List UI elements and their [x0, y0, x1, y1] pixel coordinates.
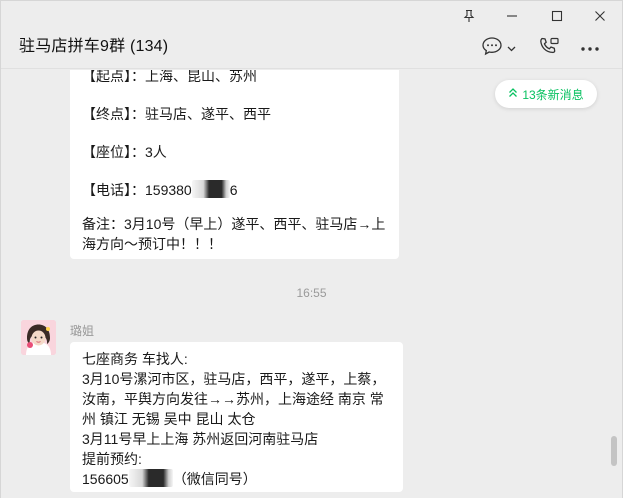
new-messages-button[interactable]: 13条新消息: [495, 80, 597, 108]
message-bubble[interactable]: 七座商务 车找人: 3月10号漯河市区，驻马店，西平，遂平，上蔡， 汝南，平舆方…: [70, 342, 403, 492]
redacted-block: [191, 180, 230, 198]
message-line: 【终点】：驻马店、遂平、西平: [82, 106, 271, 122]
message-line: 【座位】：3人: [82, 144, 167, 160]
close-icon[interactable]: [585, 5, 615, 27]
chat-bubble-icon: [481, 36, 503, 61]
chevron-down-icon: [507, 39, 516, 57]
timestamp: 16:55: [296, 286, 327, 300]
chat-title: 驻马店拼车9群 (134): [19, 38, 169, 55]
scrollbar-thumb[interactable]: [611, 436, 617, 466]
more-icon: [580, 39, 600, 57]
phone-number-suffix: 6: [229, 182, 238, 198]
sender-name: 璐姐: [70, 324, 95, 338]
message-line: 提前预约:: [82, 451, 142, 467]
message-line: 【电话】：159380 6: [82, 180, 238, 200]
call-button[interactable]: [536, 35, 562, 61]
minimize-icon[interactable]: [497, 5, 527, 27]
chat-window: 驻马店拼车9群 (134) 【起点】：上海、昆山、苏州 【终点】：驻马店、遂平、…: [0, 0, 623, 498]
more-button[interactable]: [577, 35, 603, 61]
phone-number-prefix: 156605: [82, 471, 129, 487]
message-line: 3月10号漯河市区，驻马店，西平，遂平，上蔡，: [82, 371, 386, 387]
phone-icon: [538, 36, 560, 61]
message-line: 3月11号早上上海 苏州返回河南驻马店: [82, 431, 319, 447]
message-line: 州 镇江 无锡 吴中 昆山 太仓: [82, 411, 256, 427]
maximize-icon[interactable]: [542, 5, 572, 27]
message-line: 156605 （微信同号）: [82, 469, 391, 489]
message-line: 汝南，平舆方向发往→→苏州，上海途经 南京 常: [82, 391, 384, 407]
title-bar: 驻马店拼车9群 (134): [1, 1, 622, 69]
avatar[interactable]: [21, 320, 56, 355]
message-list[interactable]: 【起点】：上海、昆山、苏州 【终点】：驻马店、遂平、西平 【座位】：3人 【电话…: [1, 70, 622, 498]
message-line: 【起点】：上海、昆山、苏州: [82, 70, 257, 84]
double-chevron-up-icon: [508, 87, 518, 101]
redacted-block: [128, 469, 173, 487]
phone-number-note: （微信同号）: [172, 471, 257, 487]
message-line: 海方向～预订中！！！: [82, 236, 222, 252]
message-bubble[interactable]: 【起点】：上海、昆山、苏州 【终点】：驻马店、遂平、西平 【座位】：3人 【电话…: [70, 70, 399, 259]
pin-icon[interactable]: [454, 5, 484, 27]
chat-options-button[interactable]: [479, 35, 517, 61]
message-line: 七座商务 车找人:: [82, 351, 188, 367]
new-messages-label: 13条新消息: [522, 87, 584, 102]
message-line: 备注：3月10号（早上）遂平、西平、驻马店→上: [82, 216, 386, 232]
phone-number-prefix: 【电话】：159380: [82, 182, 192, 198]
